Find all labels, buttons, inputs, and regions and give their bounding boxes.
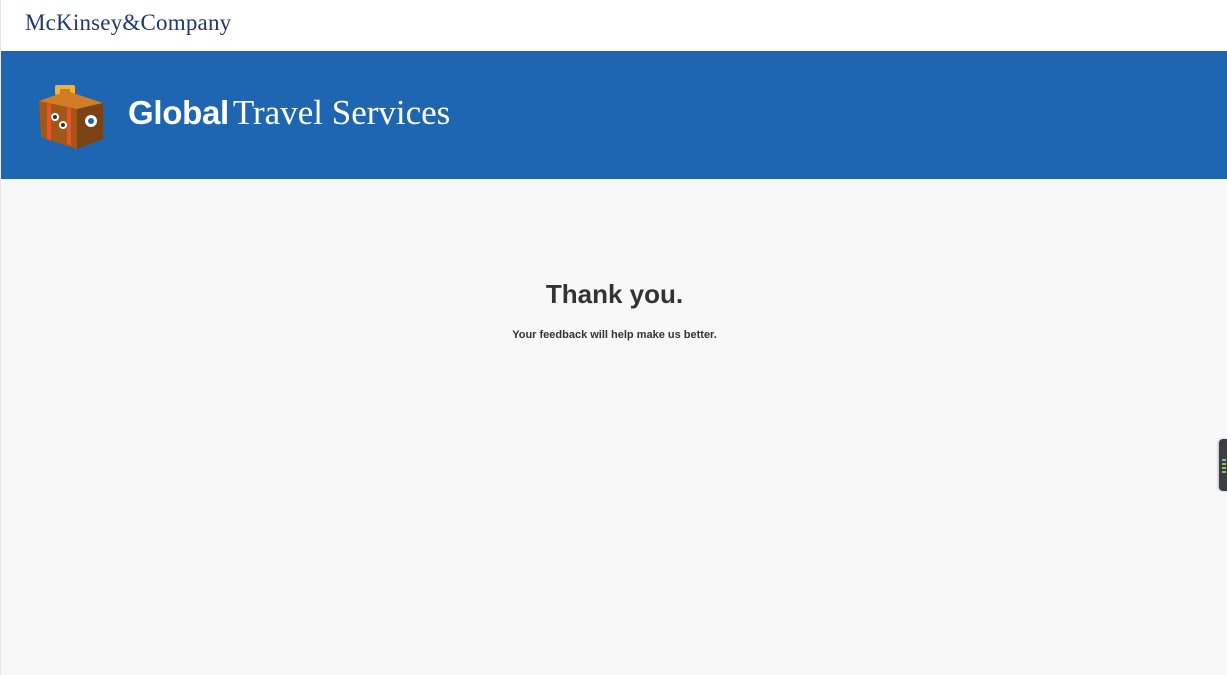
page: McKinsey&Company Global Travel Services … [0,0,1227,675]
banner: Global Travel Services [1,51,1227,179]
side-panel-handle[interactable] [1219,439,1227,491]
suitcase-icon [39,85,103,149]
main-content: Thank you. Your feedback will help make … [1,179,1227,675]
company-logo[interactable]: McKinsey&Company [25,10,231,36]
thank-you-heading: Thank you. [545,279,684,309]
banner-title: Global Travel Services [128,93,450,133]
thank-you-message: Your feedback will help make us better. [512,329,717,341]
banner-title-bold: Global [128,94,229,131]
banner-title-light: Travel Services [232,93,451,132]
top-bar: McKinsey&Company [1,0,1227,51]
